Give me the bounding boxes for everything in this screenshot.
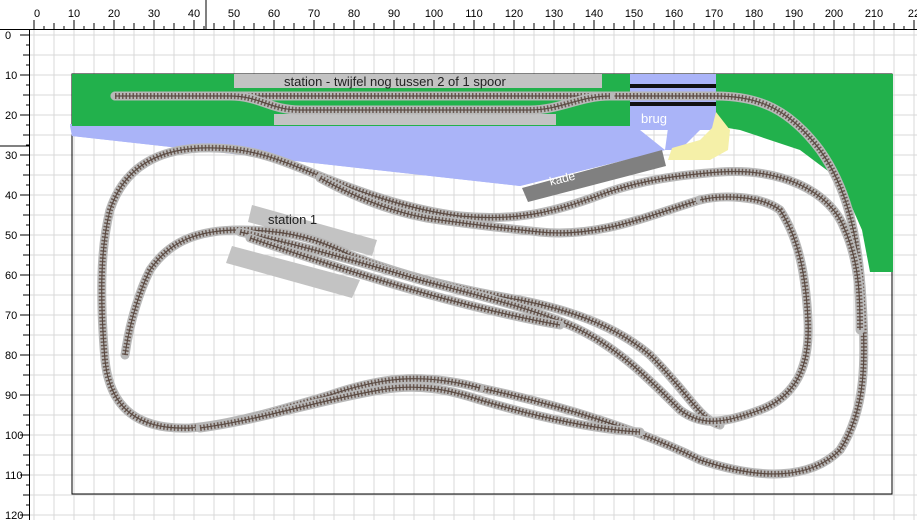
ruler-left-label: 30 [5, 150, 17, 162]
ruler-top: 0 10 20 30 40 50 60 70 80 90 100 110 120 130 140 150 160… [0, 0, 917, 30]
ruler-top-label: 200 [825, 8, 843, 20]
bridge-rail-bottom [630, 102, 716, 106]
ruler-left-label: 90 [5, 390, 17, 402]
ruler-left-label: 70 [5, 310, 17, 322]
ruler-top-label: 210 [865, 8, 883, 20]
ruler-top-label: 120 [505, 8, 523, 20]
ruler-top-label: 180 [745, 8, 763, 20]
ruler-top-label: 140 [585, 8, 603, 20]
ruler-top-label: 10 [68, 8, 80, 20]
ruler-top-label: 22 [908, 8, 917, 20]
ruler-top-label: 70 [308, 8, 320, 20]
ruler-top-label: 0 [34, 8, 40, 20]
ruler-top-label: 20 [108, 8, 120, 20]
ruler-top-label: 80 [348, 8, 360, 20]
ruler-top-label: 150 [625, 8, 643, 20]
ruler-left-label: 120 [5, 510, 23, 520]
ruler-left: 0 10 20 30 40 50 60 70 80 90 100 110 120 [0, 0, 30, 525]
label-station-top: station - twijfel nog tussen 2 of 1 spoo… [284, 74, 506, 89]
label-brug: brug [641, 111, 668, 126]
ruler-left-label: 50 [5, 230, 17, 242]
ruler-top-label: 130 [545, 8, 563, 20]
ruler-top-label: 60 [268, 8, 280, 20]
station-top-platform-lower [274, 114, 556, 125]
ruler-top-label: 50 [228, 8, 240, 20]
track-bed [97, 143, 865, 433]
bridge-rail-top [630, 84, 716, 88]
ruler-left-label: 10 [5, 70, 17, 82]
ruler-top-label: 100 [425, 8, 443, 20]
ruler-top-label: 90 [388, 8, 400, 20]
label-station-1: station 1 [268, 212, 318, 227]
ruler-left-label: 60 [5, 270, 17, 282]
ruler-top-label: 170 [705, 8, 723, 20]
ruler-left-label: 100 [5, 430, 23, 442]
ruler-left-label: 40 [5, 190, 17, 202]
ruler-top-label: 190 [785, 8, 803, 20]
ruler-top-label: 30 [148, 8, 160, 20]
ruler-left-label: 80 [5, 350, 17, 362]
ruler-left-label: 20 [5, 110, 17, 122]
ruler-top-label: 40 [188, 8, 200, 20]
ruler-left-label: 0 [5, 30, 11, 42]
ruler-top-label: 160 [665, 8, 683, 20]
ruler-left-label: 110 [5, 470, 23, 482]
ruler-top-label: 110 [465, 8, 483, 20]
